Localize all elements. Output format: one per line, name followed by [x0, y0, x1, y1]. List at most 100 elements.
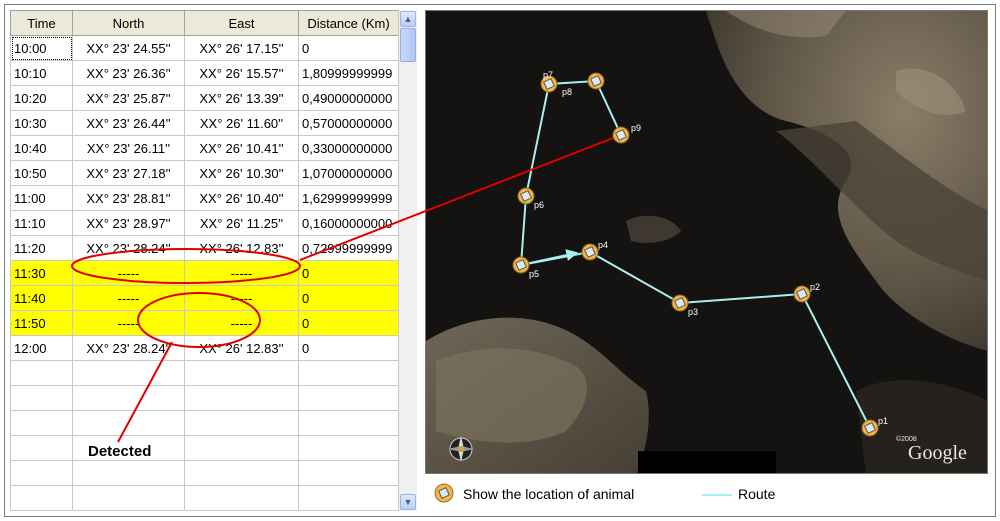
cell-time[interactable]: 11:20 — [10, 235, 73, 261]
cell-distance[interactable]: 0,33000000000 — [298, 135, 399, 161]
cell-time[interactable]: 10:10 — [10, 60, 73, 86]
table-row[interactable]: 10:00 XX° 23' 24.55'' XX° 26' 17.15'' 0 — [10, 35, 399, 61]
table-row[interactable]: 10:50 XX° 23' 27.18'' XX° 26' 10.30'' 1,070… — [10, 160, 399, 186]
cell-north[interactable]: XX° 23' 26.36'' — [72, 60, 185, 86]
table-row[interactable]: 11:00 XX° 23' 28.81'' XX° 26' 10.40'' 1,629… — [10, 185, 399, 211]
cell-distance[interactable] — [298, 460, 399, 486]
cell-time[interactable]: 11:10 — [10, 210, 73, 236]
cell-distance[interactable]: 1,80999999999 — [298, 60, 399, 86]
cell-north[interactable]: XX° 23' 28.81'' — [72, 185, 185, 211]
cell-distance[interactable]: 0,49000000000 — [298, 85, 399, 111]
cell-east[interactable]: XX° 26' 11.60'' — [184, 110, 299, 136]
cell-distance[interactable]: 0 — [298, 35, 399, 61]
table-row[interactable] — [10, 410, 399, 436]
table-row[interactable]: 11:50 ----- ----- 0 — [10, 310, 399, 336]
table-row[interactable]: 12:00 XX° 23' 28.24'' XX° 26' 12.83'' 0 — [10, 335, 399, 361]
cell-east[interactable]: XX° 26' 10.41'' — [184, 135, 299, 161]
cell-north[interactable] — [72, 385, 185, 411]
satellite-map-view[interactable]: p1 p2 p3 p4 p5 p6 p7 p8 p9 ©2008 Google — [425, 10, 988, 474]
cell-east[interactable]: ----- — [184, 285, 299, 311]
cell-east[interactable]: XX° 26' 10.40'' — [184, 185, 299, 211]
cell-north[interactable] — [72, 360, 185, 386]
cell-distance[interactable]: 0,72999999999 — [298, 235, 399, 261]
scroll-down-button[interactable]: ▼ — [400, 494, 416, 510]
cell-east[interactable]: XX° 26' 15.57'' — [184, 60, 299, 86]
cell-north[interactable] — [72, 485, 185, 511]
cell-north[interactable]: XX° 23' 24.55'' — [72, 35, 185, 61]
cell-time[interactable] — [10, 385, 73, 411]
cell-east[interactable]: XX° 26' 17.15'' — [184, 35, 299, 61]
cell-time[interactable]: 10:00 — [10, 35, 73, 61]
table-row[interactable] — [10, 385, 399, 411]
cell-distance[interactable] — [298, 360, 399, 386]
cell-east[interactable] — [184, 485, 299, 511]
cell-east[interactable]: XX° 26' 13.39'' — [184, 85, 299, 111]
column-header-east[interactable]: East — [184, 10, 299, 36]
table-row[interactable]: 11:10 XX° 23' 28.97'' XX° 26' 11.25'' 0,160… — [10, 210, 399, 236]
cell-east[interactable]: XX° 26' 12.83'' — [184, 335, 299, 361]
cell-time[interactable] — [10, 460, 73, 486]
table-row[interactable] — [10, 435, 399, 461]
cell-north[interactable]: XX° 23' 26.11'' — [72, 135, 185, 161]
cell-east[interactable]: ----- — [184, 310, 299, 336]
cell-east[interactable]: XX° 26' 10.30'' — [184, 160, 299, 186]
cell-time[interactable]: 10:20 — [10, 85, 73, 111]
cell-distance[interactable]: 0 — [298, 335, 399, 361]
cell-distance[interactable] — [298, 410, 399, 436]
table-row[interactable]: 11:30 ----- ----- 0 — [10, 260, 399, 286]
cell-east[interactable] — [184, 385, 299, 411]
table-row[interactable]: 10:20 XX° 23' 25.87'' XX° 26' 13.39'' 0,490… — [10, 85, 399, 111]
cell-distance[interactable]: 0 — [298, 260, 399, 286]
cell-time[interactable]: 10:30 — [10, 110, 73, 136]
column-header-time[interactable]: Time — [10, 10, 73, 36]
cell-time[interactable]: 11:30 — [10, 260, 73, 286]
table-row[interactable]: 11:40 ----- ----- 0 — [10, 285, 399, 311]
cell-time[interactable]: 10:40 — [10, 135, 73, 161]
table-vertical-scrollbar[interactable]: ▲ ▼ — [398, 10, 417, 511]
table-row[interactable]: 10:40 XX° 23' 26.11'' XX° 26' 10.41'' 0,330… — [10, 135, 399, 161]
cell-north[interactable]: ----- — [72, 285, 185, 311]
cell-time[interactable]: 12:00 — [10, 335, 73, 361]
cell-distance[interactable]: 1,62999999999 — [298, 185, 399, 211]
cell-time[interactable] — [10, 360, 73, 386]
cell-time[interactable] — [10, 485, 73, 511]
scroll-up-button[interactable]: ▲ — [400, 11, 416, 27]
cell-distance[interactable]: 0,57000000000 — [298, 110, 399, 136]
cell-distance[interactable] — [298, 485, 399, 511]
cell-north[interactable]: ----- — [72, 260, 185, 286]
cell-distance[interactable]: 0,16000000000 — [298, 210, 399, 236]
cell-east[interactable]: XX° 26' 11.25'' — [184, 210, 299, 236]
cell-time[interactable]: 11:50 — [10, 310, 73, 336]
cell-east[interactable] — [184, 435, 299, 461]
cell-time[interactable] — [10, 410, 73, 436]
cell-north[interactable] — [72, 410, 185, 436]
cell-north[interactable]: XX° 23' 28.24'' — [72, 335, 185, 361]
cell-time[interactable] — [10, 435, 73, 461]
cell-north[interactable]: XX° 23' 28.97'' — [72, 210, 185, 236]
scroll-thumb[interactable] — [400, 28, 416, 62]
cell-north[interactable]: ----- — [72, 310, 185, 336]
cell-time[interactable]: 11:40 — [10, 285, 73, 311]
cell-distance[interactable]: 0 — [298, 310, 399, 336]
column-header-distance[interactable]: Distance (Km) — [298, 10, 399, 36]
cell-east[interactable] — [184, 360, 299, 386]
cell-distance[interactable] — [298, 385, 399, 411]
cell-north[interactable]: XX° 23' 25.87'' — [72, 85, 185, 111]
cell-east[interactable]: XX° 26' 12.83'' — [184, 235, 299, 261]
cell-north[interactable]: XX° 23' 27.18'' — [72, 160, 185, 186]
cell-east[interactable] — [184, 460, 299, 486]
cell-east[interactable] — [184, 410, 299, 436]
cell-north[interactable]: XX° 23' 26.44'' — [72, 110, 185, 136]
table-row[interactable] — [10, 360, 399, 386]
table-row[interactable] — [10, 460, 399, 486]
column-header-north[interactable]: North — [72, 10, 185, 36]
table-row[interactable]: 11:20 XX° 23' 28.24'' XX° 26' 12.83'' 0,729… — [10, 235, 399, 261]
cell-time[interactable]: 11:00 — [10, 185, 73, 211]
table-row[interactable]: 10:30 XX° 23' 26.44'' XX° 26' 11.60'' 0,570… — [10, 110, 399, 136]
cell-east[interactable]: ----- — [184, 260, 299, 286]
cell-time[interactable]: 10:50 — [10, 160, 73, 186]
table-row[interactable] — [10, 485, 399, 511]
cell-distance[interactable]: 0 — [298, 285, 399, 311]
cell-distance[interactable]: 1,07000000000 — [298, 160, 399, 186]
cell-north[interactable]: XX° 23' 28.24'' — [72, 235, 185, 261]
